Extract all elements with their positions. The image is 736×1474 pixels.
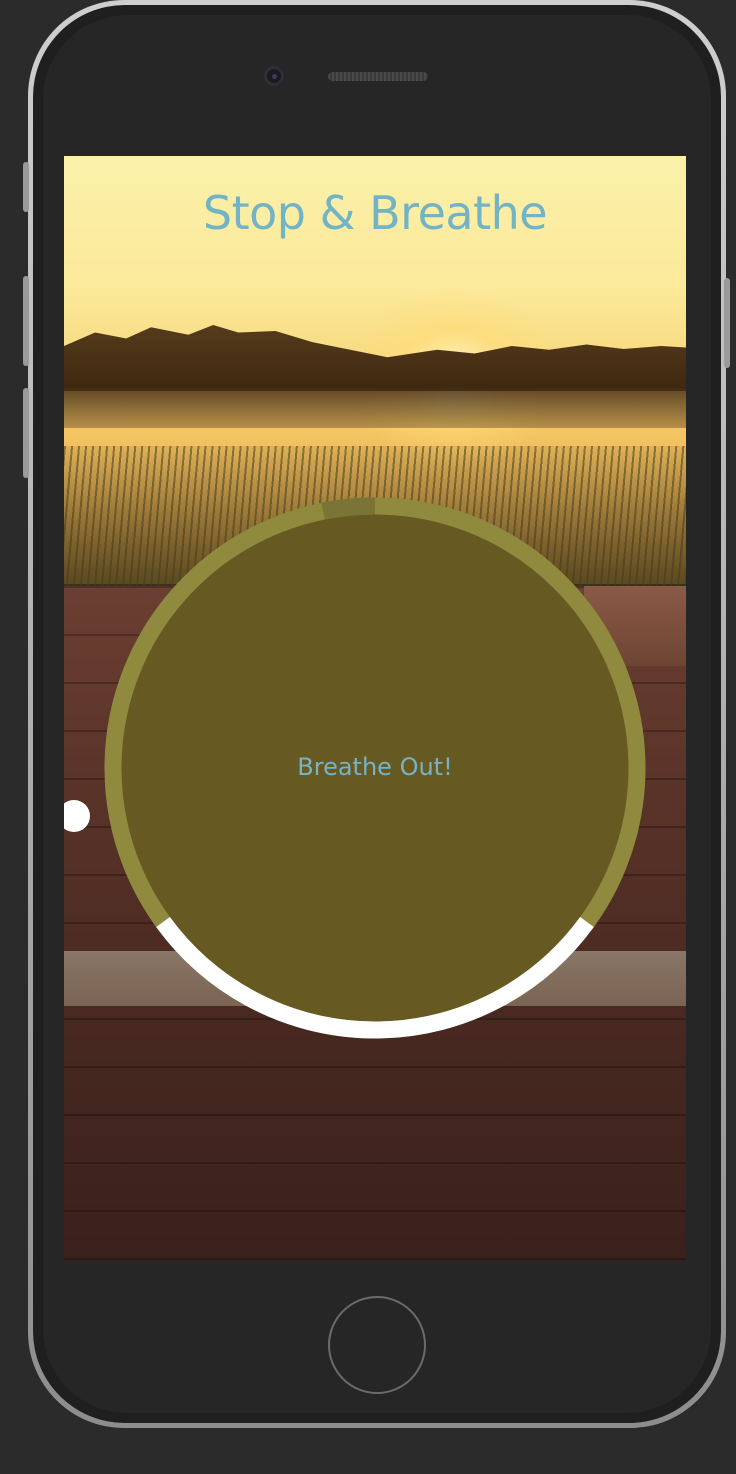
breathing-instruction: Breathe Out! [297,753,453,781]
camera-icon [264,66,284,86]
volume-down-button [23,388,29,478]
background-reflection [64,388,686,428]
app-screen: Stop & Breathe Breathe Out! [64,156,686,1261]
volume-up-button [23,276,29,366]
mute-switch [23,162,29,212]
home-button[interactable] [328,1296,426,1394]
power-button [724,278,730,368]
app-title: Stop & Breathe [202,186,548,240]
breathing-ring-start-segment [321,497,376,520]
speaker-icon [328,72,428,81]
